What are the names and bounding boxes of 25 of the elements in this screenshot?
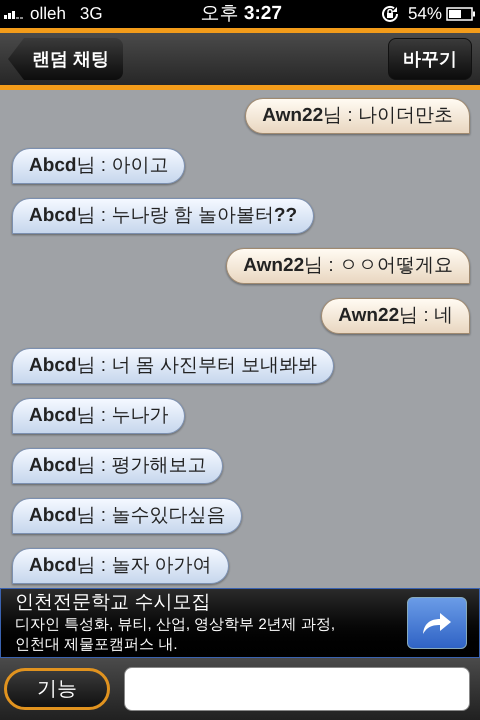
- message-bubble: Abcd님 : 아이고: [12, 148, 186, 184]
- battery-percent: 54%: [408, 3, 442, 26]
- function-button[interactable]: 기능: [4, 668, 110, 710]
- clock: 오후 3:27: [200, 2, 282, 26]
- message-input[interactable]: [124, 667, 470, 711]
- share-button[interactable]: [407, 597, 467, 649]
- ad-text: 인천대 제물포캠퍼스 내.: [15, 635, 179, 655]
- message-bubble: Awn22님 : 나이더만초: [245, 98, 470, 134]
- back-button[interactable]: 랜덤 채팅: [8, 38, 124, 80]
- rotation-lock-icon: [380, 4, 400, 24]
- carrier-name: olleh: [30, 3, 66, 26]
- change-button[interactable]: 바꾸기: [388, 38, 472, 80]
- battery-icon: [446, 7, 476, 21]
- network-type: 3G: [80, 3, 103, 26]
- message-bubble: Abcd님 : 너 몸 사진부터 보내봐봐: [12, 348, 334, 384]
- message-bubble: Awn22님 : ㅇㅇ어떻게요: [226, 248, 470, 284]
- message-bubble: Abcd님 : 평가해보고: [12, 448, 224, 484]
- message-bubble: Abcd님 : 놀자 아가여: [12, 548, 229, 584]
- curved-arrow-icon: [421, 610, 453, 636]
- ad-text: 디자인 특성화, 뷰티, 산업, 영상학부 2년제 과정,: [15, 615, 336, 635]
- message-bubble: Abcd님 : 누나랑 함 놀아볼터??: [12, 198, 314, 234]
- message-bubble: Abcd님 : 누나가: [12, 398, 186, 434]
- message-bubble: Abcd님 : 놀수있다싶음: [12, 498, 242, 534]
- ad-title: 인천전문학교 수시모집: [15, 591, 212, 615]
- message-bubble: Awn22님 : 네: [321, 298, 470, 334]
